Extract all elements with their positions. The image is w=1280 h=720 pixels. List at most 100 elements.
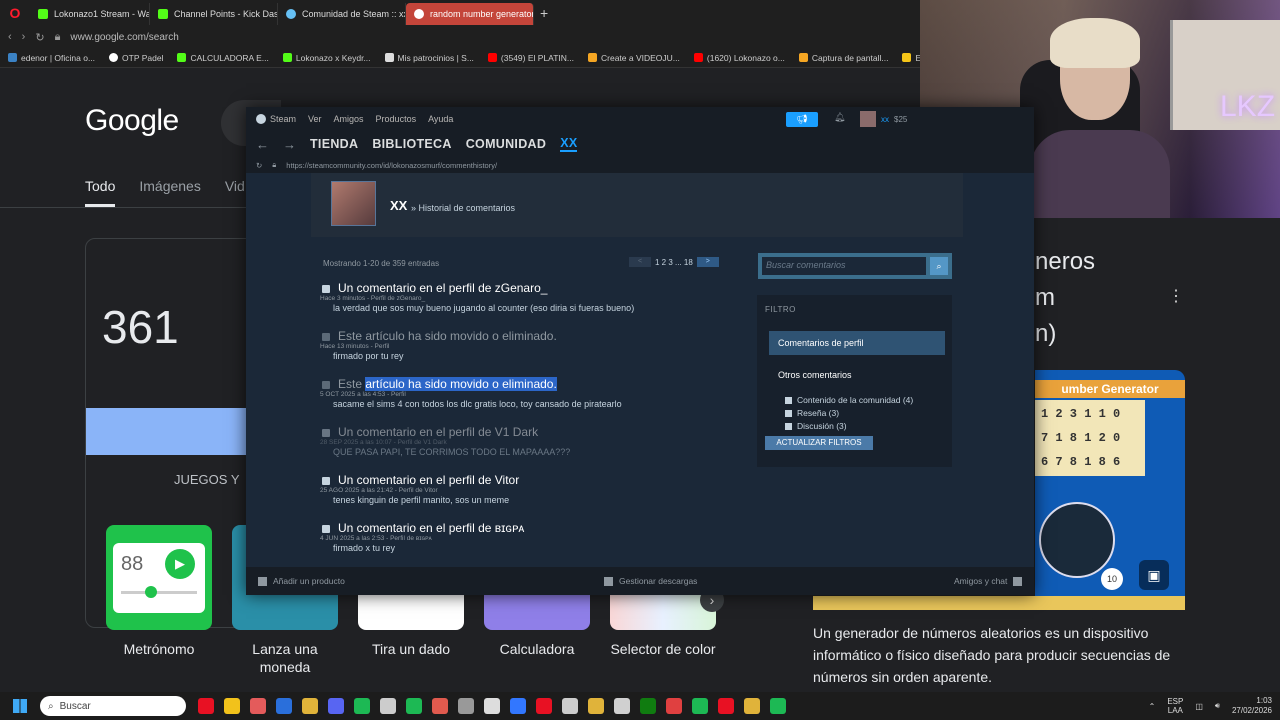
taskbar-app-icon[interactable] — [302, 698, 318, 714]
menu-ayuda[interactable]: Ayuda — [428, 114, 453, 124]
checkbox[interactable] — [785, 409, 792, 417]
update-filters-button[interactable]: ACTUALIZAR FILTROS — [765, 436, 873, 450]
bookmark-item[interactable]: (3549) El PLATIN... — [487, 53, 574, 63]
taskbar-app-icon[interactable] — [380, 698, 396, 714]
taskbar-app-icon[interactable] — [744, 698, 760, 714]
bookmark-item[interactable]: edenor | Oficina o... — [8, 53, 95, 63]
taskbar-app-icon[interactable] — [484, 698, 500, 714]
language-indicator[interactable]: ESP LAA — [1167, 697, 1183, 715]
page-links[interactable]: 1 2 3 ... 18 — [655, 258, 693, 267]
clock[interactable]: 1:03 27/02/2026 — [1232, 696, 1272, 716]
menu-productos[interactable]: Productos — [376, 114, 417, 124]
steam-menu[interactable]: Steam — [256, 114, 296, 124]
opera-logo-icon[interactable]: O — [0, 5, 30, 21]
start-button[interactable] — [0, 699, 40, 713]
profile-avatar[interactable] — [331, 181, 376, 226]
tab-channel-points[interactable]: Channel Points - Kick Das — [150, 3, 278, 25]
bookmark-item[interactable]: (1620) Lokonazo o... — [693, 53, 785, 63]
profile-name[interactable]: XX — [390, 198, 407, 213]
taskbar-app-icon[interactable] — [432, 698, 448, 714]
comment-title[interactable]: Un comentario en el perfil de V1 Dark — [338, 425, 538, 439]
filter-checkbox-review[interactable]: Reseña (3) — [785, 408, 839, 418]
taskbar-search[interactable]: ⌕ Buscar — [40, 696, 186, 716]
volume-icon[interactable]: 🔊︎ — [1215, 701, 1220, 711]
next-page-button[interactable]: > — [696, 257, 719, 267]
menu-amigos[interactable]: Amigos — [334, 114, 364, 124]
back-icon[interactable]: ‹ — [8, 31, 12, 43]
bookmark-item[interactable]: Lokonazo x Keydr... — [282, 53, 371, 63]
taskbar-app-icon[interactable] — [614, 698, 630, 714]
comment-title[interactable]: Un comentario en el perfil de zGenaro_ — [338, 281, 547, 295]
bookmark-item[interactable]: OTP Padel — [109, 53, 163, 63]
taskbar-app-icon[interactable] — [328, 698, 344, 714]
forward-icon[interactable]: › — [22, 31, 26, 43]
checkbox[interactable] — [785, 422, 792, 430]
forward-icon[interactable]: → — [283, 137, 296, 152]
taskbar-app-icon[interactable] — [510, 698, 526, 714]
tab-random-number-generator[interactable]: random number generator — [406, 3, 534, 25]
tab-steam-community[interactable]: Comunidad de Steam :: xx — [278, 3, 406, 25]
announcements-icon[interactable]: 📢︎ — [786, 112, 818, 127]
back-icon[interactable]: ← — [256, 137, 269, 152]
taskbar-app-icon[interactable] — [666, 698, 682, 714]
taskbar-app-icon[interactable] — [536, 698, 552, 714]
menu-ver[interactable]: Ver — [308, 114, 322, 124]
account-menu[interactable]: xx $25 — [860, 111, 907, 127]
friends-chat-button[interactable]: Amigos y chat — [954, 576, 1023, 586]
generate-button[interactable] — [86, 408, 256, 455]
reload-icon[interactable]: ↻ — [256, 161, 262, 170]
taskbar-app-icon[interactable] — [354, 698, 370, 714]
taskbar-app-icon[interactable] — [718, 698, 734, 714]
filter-profile-comments[interactable]: Comentarios de perfil — [769, 331, 945, 355]
new-tab-button[interactable]: + — [534, 5, 554, 21]
taskbar-app-icon[interactable] — [588, 698, 604, 714]
taskbar-app-icon[interactable] — [406, 698, 422, 714]
comment-body: QUE PASA PAPI, TE CORRIMOS TODO EL MAPAA… — [333, 447, 571, 457]
taskbar-app-icon[interactable] — [198, 698, 214, 714]
filter-other-comments[interactable]: Otros comentarios — [778, 370, 852, 380]
more-options-icon[interactable]: ⋮ — [1168, 286, 1184, 306]
bookmark-item[interactable]: Mis patrocinios | S... — [384, 53, 474, 63]
taskbar-app-icon[interactable] — [770, 698, 786, 714]
taskbar-app-icon[interactable] — [562, 698, 578, 714]
chat-icon — [1013, 576, 1023, 586]
tab-videos[interactable]: Vid — [225, 178, 245, 207]
tool-metronome[interactable]: 88 ▶ Metrónomo — [106, 525, 212, 676]
prev-page-button[interactable]: < — [629, 257, 651, 267]
network-icon[interactable]: ◫ — [1195, 702, 1203, 711]
url-field[interactable]: www.google.com/search — [70, 32, 178, 43]
image-search-icon[interactable]: ▣ — [1139, 560, 1169, 590]
nav-profile[interactable]: XX — [560, 136, 578, 152]
nav-comunidad[interactable]: COMUNIDAD — [466, 137, 546, 151]
bookmark-item[interactable]: Captura de pantall... — [798, 53, 888, 63]
tab-todo[interactable]: Todo — [85, 178, 116, 207]
knowledge-panel-image[interactable]: umber Generator 1 2 3 1 1 0 7 1 8 1 2 0 … — [1035, 370, 1185, 608]
comment-title[interactable]: Un comentario en el perfil de Vitor — [338, 473, 519, 487]
google-logo[interactable]: Google — [85, 104, 179, 138]
steam-window: Steam Ver Amigos Productos Ayuda 📢︎ 🔔︎ x… — [246, 107, 1034, 595]
taskbar-app-icon[interactable] — [692, 698, 708, 714]
taskbar-app-icon[interactable] — [458, 698, 474, 714]
taskbar-app-icon[interactable] — [224, 698, 240, 714]
nav-biblioteca[interactable]: BIBLIOTECA — [372, 137, 451, 151]
taskbar-app-icon[interactable] — [640, 698, 656, 714]
tray-chevron-icon[interactable]: ⌃ — [1149, 702, 1156, 711]
taskbar-app-icon[interactable] — [276, 698, 292, 714]
bookmark-item[interactable]: Create a VIDEOJU... — [588, 53, 680, 63]
add-product-button[interactable]: Añadir un producto — [258, 576, 345, 586]
manage-downloads-button[interactable]: Gestionar descargas — [604, 576, 697, 586]
filter-checkbox-discussion[interactable]: Discusión (3) — [785, 421, 847, 431]
tab-kick-stream[interactable]: Lokonazo1 Stream - Watch — [30, 3, 150, 25]
bookmark-item[interactable]: CALCULADORA E... — [177, 53, 269, 63]
notifications-icon[interactable]: 🔔︎ — [834, 112, 845, 123]
steam-url[interactable]: https://steamcommunity.com/id/lokonazosm… — [286, 161, 497, 170]
taskbar-app-icon[interactable] — [250, 698, 266, 714]
tab-imagenes[interactable]: Imágenes — [139, 178, 200, 207]
checkbox[interactable] — [785, 396, 792, 404]
filter-checkbox-community[interactable]: Contenido de la comunidad (4) — [785, 395, 913, 405]
reload-icon[interactable]: ↻ — [35, 31, 44, 44]
nav-tienda[interactable]: TIENDA — [310, 137, 358, 151]
search-icon[interactable]: ⌕ — [930, 257, 948, 275]
comment-search-input[interactable]: Buscar comentarios — [762, 257, 926, 275]
comment-title[interactable]: Un comentario en el perfil de ʙɪɢᴘᴀ — [338, 521, 524, 535]
